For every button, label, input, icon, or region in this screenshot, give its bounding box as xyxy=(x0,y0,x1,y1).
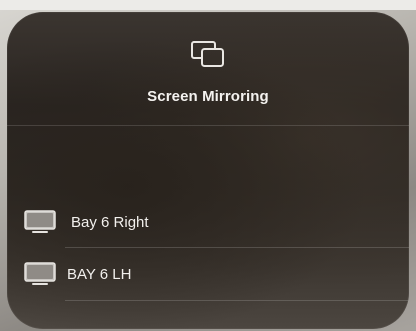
device-item-bay-6-lh[interactable]: BAY 6 LH xyxy=(7,252,409,298)
screen-mirroring-icon xyxy=(191,41,224,67)
tv-icon xyxy=(24,210,56,233)
panel-header: Screen Mirroring xyxy=(7,12,409,125)
screen-mirroring-panel: Screen Mirroring Bay 6 Right BAY 6 LH xyxy=(7,12,409,329)
background-top-strip xyxy=(0,0,416,10)
device-name: BAY 6 LH xyxy=(67,266,132,283)
device-name: Bay 6 Right xyxy=(71,214,149,231)
panel-title: Screen Mirroring xyxy=(147,88,269,105)
device-item-bay-6-right[interactable]: Bay 6 Right xyxy=(7,200,409,246)
device-separator xyxy=(65,247,409,248)
device-separator xyxy=(65,300,409,301)
header-divider xyxy=(7,125,409,126)
tv-icon xyxy=(24,262,56,285)
